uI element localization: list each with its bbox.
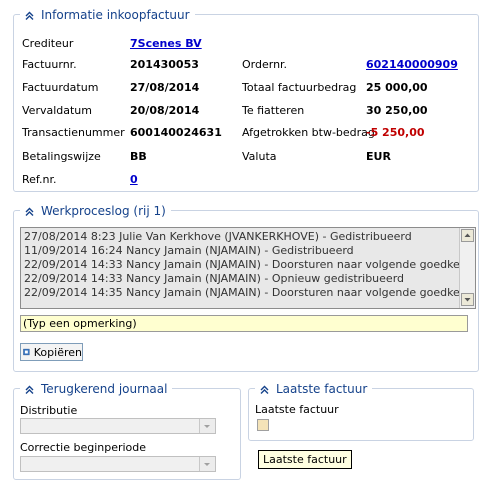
to-approve-label: Te fiatteren <box>242 104 305 117</box>
collapse-chevron-icon[interactable] <box>259 384 270 395</box>
invoice-number-value: 201430053 <box>130 58 199 71</box>
invoice-info-header[interactable]: Informatie inkoopfactuur <box>20 7 195 23</box>
copy-button[interactable]: Kopiëren <box>20 343 83 361</box>
distribution-select[interactable] <box>20 418 216 434</box>
arrow-up-icon <box>464 233 471 237</box>
workflow-log-group: Werkproceslog (rij 1) 27/08/2014 8:23 Ju… <box>13 203 479 372</box>
log-line: 11/09/2014 16:24 Nancy Jamain (NJAMAIN) … <box>24 244 354 257</box>
workflow-log-list[interactable]: 27/08/2014 8:23 Julie Van Kerkhove (JVAN… <box>20 227 476 309</box>
collapse-chevron-icon[interactable] <box>24 384 35 395</box>
correction-select[interactable] <box>20 456 216 472</box>
log-line: 22/09/2014 14:33 Nancy Jamain (NJAMAIN) … <box>24 258 476 271</box>
vat-deducted-value: -5 250,00 <box>366 126 425 139</box>
recurring-journal-group: Terugkerend journaal Distributie Correct… <box>13 381 241 480</box>
due-date-value: 20/08/2014 <box>130 104 200 117</box>
scroll-up-button[interactable] <box>461 229 474 242</box>
log-line: 22/09/2014 14:33 Nancy Jamain (NJAMAIN) … <box>24 272 405 285</box>
payment-method-label: Betalingswijze <box>22 150 101 163</box>
workflow-log-title: Werkproceslog (rij 1) <box>41 204 166 218</box>
invoice-info-title: Informatie inkoopfactuur <box>41 8 190 22</box>
last-invoice-header[interactable]: Laatste factuur <box>255 381 373 397</box>
comment-input[interactable]: (Typ een opmerking) <box>20 315 468 332</box>
dropdown-button[interactable] <box>199 457 215 471</box>
workflow-log-header[interactable]: Werkproceslog (rij 1) <box>20 203 171 219</box>
total-amount-value: 25 000,00 <box>366 81 428 94</box>
creditor-link[interactable]: 7Scenes BV <box>130 37 202 50</box>
ref-number-link[interactable]: 0 <box>130 173 138 186</box>
invoice-number-label: Factuurnr. <box>22 58 77 71</box>
last-invoice-title: Laatste factuur <box>276 382 368 396</box>
invoice-date-label: Factuurdatum <box>22 81 99 94</box>
chevron-down-icon <box>204 463 210 466</box>
recurring-journal-title: Terugkerend journaal <box>41 382 168 396</box>
order-number-link[interactable]: 602140000909 <box>366 58 458 71</box>
currency-label: Valuta <box>242 150 277 163</box>
distribution-label: Distributie <box>20 404 78 417</box>
collapse-chevron-icon[interactable] <box>24 206 35 217</box>
correction-label: Correctie beginperiode <box>20 441 147 454</box>
invoice-date-value: 27/08/2014 <box>130 81 200 94</box>
log-line: 22/09/2014 14:35 Nancy Jamain (NJAMAIN) … <box>24 286 476 299</box>
log-scrollbar[interactable] <box>459 228 475 308</box>
transaction-number-value: 600140024631 <box>130 126 222 139</box>
arrow-down-icon <box>464 298 471 302</box>
last-invoice-checkbox-label: Laatste factuur <box>255 403 339 416</box>
creditor-label: Crediteur <box>22 37 74 50</box>
recurring-journal-header[interactable]: Terugkerend journaal <box>20 381 173 397</box>
collapse-chevron-icon[interactable] <box>24 10 35 21</box>
copy-icon <box>23 348 30 356</box>
chevron-down-icon <box>204 425 210 428</box>
tooltip: Laatste factuur <box>258 450 352 469</box>
copy-button-label: Kopiëren <box>33 345 82 359</box>
to-approve-value: 30 250,00 <box>366 104 428 117</box>
dropdown-button[interactable] <box>199 419 215 433</box>
payment-method-value: BB <box>130 150 147 163</box>
invoice-info-group: Informatie inkoopfactuur Crediteur 7Scen… <box>13 7 479 192</box>
due-date-label: Vervaldatum <box>22 104 92 117</box>
order-number-label: Ordernr. <box>242 58 288 71</box>
ref-number-label: Ref.nr. <box>22 173 57 186</box>
last-invoice-checkbox[interactable] <box>257 419 269 431</box>
currency-value: EUR <box>366 150 391 163</box>
log-line: 27/08/2014 8:23 Julie Van Kerkhove (JVAN… <box>24 230 412 243</box>
vat-deducted-label: Afgetrokken btw-bedrag <box>242 126 375 139</box>
last-invoice-group: Laatste factuur Laatste factuur <box>248 381 474 441</box>
scroll-down-button[interactable] <box>461 293 474 306</box>
transaction-number-label: Transactienummer <box>22 126 125 139</box>
total-amount-label: Totaal factuurbedrag <box>242 81 357 94</box>
